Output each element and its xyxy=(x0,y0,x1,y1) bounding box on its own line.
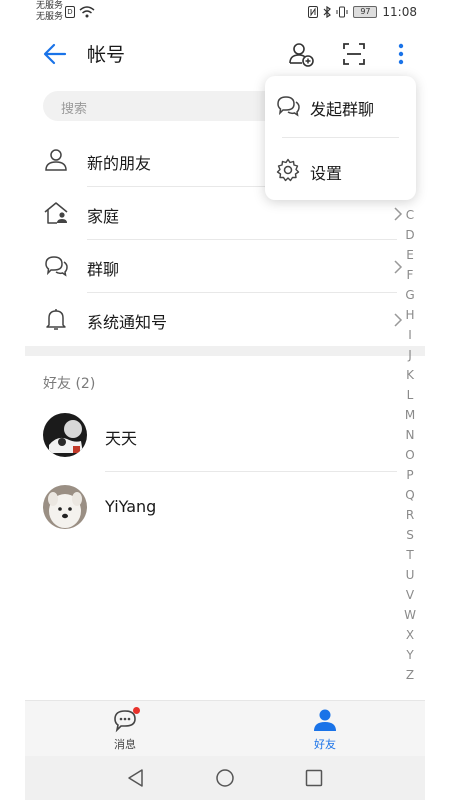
chevron-right-icon xyxy=(394,207,403,221)
gear-icon xyxy=(276,158,300,182)
chat-bubbles-icon xyxy=(277,96,300,117)
alpha-index-letter[interactable]: U xyxy=(406,565,415,585)
tab-label: 好友 xyxy=(314,738,336,751)
menu-item-system-notifications[interactable]: 系统通知号 xyxy=(25,293,425,346)
alpha-index-letter[interactable]: F xyxy=(407,265,414,285)
overflow-popup-menu: 发起群聊 设置 xyxy=(265,76,416,200)
popup-item-start-group-chat[interactable]: 发起群聊 xyxy=(265,76,416,136)
message-bubble-icon xyxy=(112,707,140,733)
avatar xyxy=(43,485,87,529)
scan-icon[interactable] xyxy=(340,40,368,68)
bell-icon xyxy=(46,309,66,330)
alpha-index-letter[interactable]: E xyxy=(406,245,414,265)
menu-item-label: 家庭 xyxy=(87,207,120,226)
chevron-right-icon xyxy=(394,260,403,274)
menu-item-label: 群聊 xyxy=(87,260,120,279)
popup-item-settings[interactable]: 设置 xyxy=(265,140,416,200)
alpha-index-letter[interactable]: J xyxy=(408,345,412,365)
page-title: 帐号 xyxy=(87,44,126,66)
alpha-index-letter[interactable]: G xyxy=(405,285,414,305)
friend-row[interactable]: YiYang xyxy=(25,485,425,553)
avatar xyxy=(43,413,87,457)
phone-screen: 无服务 无服务 D 97 11:08 帐号 搜索 新的朋友 家庭 群聊 系统通知… xyxy=(25,0,425,800)
alpha-index-letter[interactable]: Q xyxy=(405,485,414,505)
add-friend-icon[interactable] xyxy=(287,40,315,68)
alpha-index-letter[interactable]: M xyxy=(405,405,415,425)
chevron-right-icon xyxy=(394,313,403,327)
friend-row[interactable]: 天天 xyxy=(25,413,425,481)
alpha-index-letter[interactable]: N xyxy=(406,425,415,445)
alpha-index-letter[interactable]: Y xyxy=(406,645,413,665)
divider xyxy=(105,471,397,472)
status-bar: 无服务 无服务 D 97 11:08 xyxy=(25,0,425,28)
sim-icon: D xyxy=(65,6,75,18)
alpha-index-letter[interactable]: I xyxy=(408,325,412,345)
menu-item-label: 新的朋友 xyxy=(87,154,152,173)
clock: 11:08 xyxy=(382,5,417,19)
alpha-index-letter[interactable]: X xyxy=(406,625,414,645)
person-icon xyxy=(45,149,67,171)
system-navigation-bar xyxy=(25,756,425,800)
more-options-icon[interactable] xyxy=(387,40,415,68)
friends-section-header: 好友 (2) xyxy=(43,376,96,392)
alpha-index-letter[interactable]: V xyxy=(406,585,414,605)
battery-icon: 97 xyxy=(353,6,378,18)
alpha-index-letter[interactable]: R xyxy=(406,505,414,525)
alpha-index-letter[interactable]: S xyxy=(406,525,414,545)
chat-bubbles-icon xyxy=(45,256,68,277)
popup-item-label: 设置 xyxy=(310,164,343,183)
nfc-icon xyxy=(308,6,319,18)
home-circle-icon[interactable] xyxy=(214,767,236,789)
alpha-index-letter[interactable]: T xyxy=(406,545,413,565)
menu-item-group-chat[interactable]: 群聊 xyxy=(25,240,425,293)
vibrate-icon xyxy=(336,6,348,18)
app-bar: 帐号 xyxy=(25,28,425,80)
person-filled-icon xyxy=(312,707,338,733)
friend-name: 天天 xyxy=(105,429,138,448)
alpha-index-letter[interactable]: L xyxy=(407,385,414,405)
popup-item-label: 发起群聊 xyxy=(310,100,375,119)
divider xyxy=(282,137,399,138)
section-divider xyxy=(25,346,425,356)
alphabet-index[interactable]: CDEFGHIJKLMNOPQRSTUVWXYZ xyxy=(403,205,417,685)
carrier-status: 无服务 无服务 xyxy=(36,1,63,23)
carrier-line-2: 无服务 xyxy=(36,12,64,22)
recents-square-icon[interactable] xyxy=(303,767,325,789)
alpha-index-letter[interactable]: O xyxy=(405,445,414,465)
unread-badge xyxy=(133,707,140,714)
search-placeholder: 搜索 xyxy=(61,102,88,117)
back-triangle-icon[interactable] xyxy=(125,767,147,789)
tab-friends[interactable]: 好友 xyxy=(285,707,365,753)
tab-label: 消息 xyxy=(114,738,136,751)
alpha-index-letter[interactable]: H xyxy=(405,305,414,325)
menu-item-label: 系统通知号 xyxy=(87,313,168,332)
back-arrow-icon[interactable] xyxy=(41,40,69,68)
wifi-icon xyxy=(79,6,95,18)
alpha-index-letter[interactable]: Z xyxy=(406,665,414,685)
friend-name: YiYang xyxy=(105,497,157,516)
alpha-index-letter[interactable]: K xyxy=(406,365,414,385)
alpha-index-letter[interactable]: P xyxy=(406,465,413,485)
alpha-index-letter[interactable]: C xyxy=(406,205,414,225)
bluetooth-icon xyxy=(323,6,332,18)
bottom-navigation: 消息 好友 xyxy=(25,700,425,756)
alpha-index-letter[interactable]: W xyxy=(404,605,416,625)
alpha-index-letter[interactable]: D xyxy=(405,225,414,245)
home-icon xyxy=(44,202,68,224)
carrier-line-1: 无服务 xyxy=(36,1,64,11)
status-right: 97 11:08 xyxy=(308,5,417,19)
tab-messages[interactable]: 消息 xyxy=(85,707,165,753)
